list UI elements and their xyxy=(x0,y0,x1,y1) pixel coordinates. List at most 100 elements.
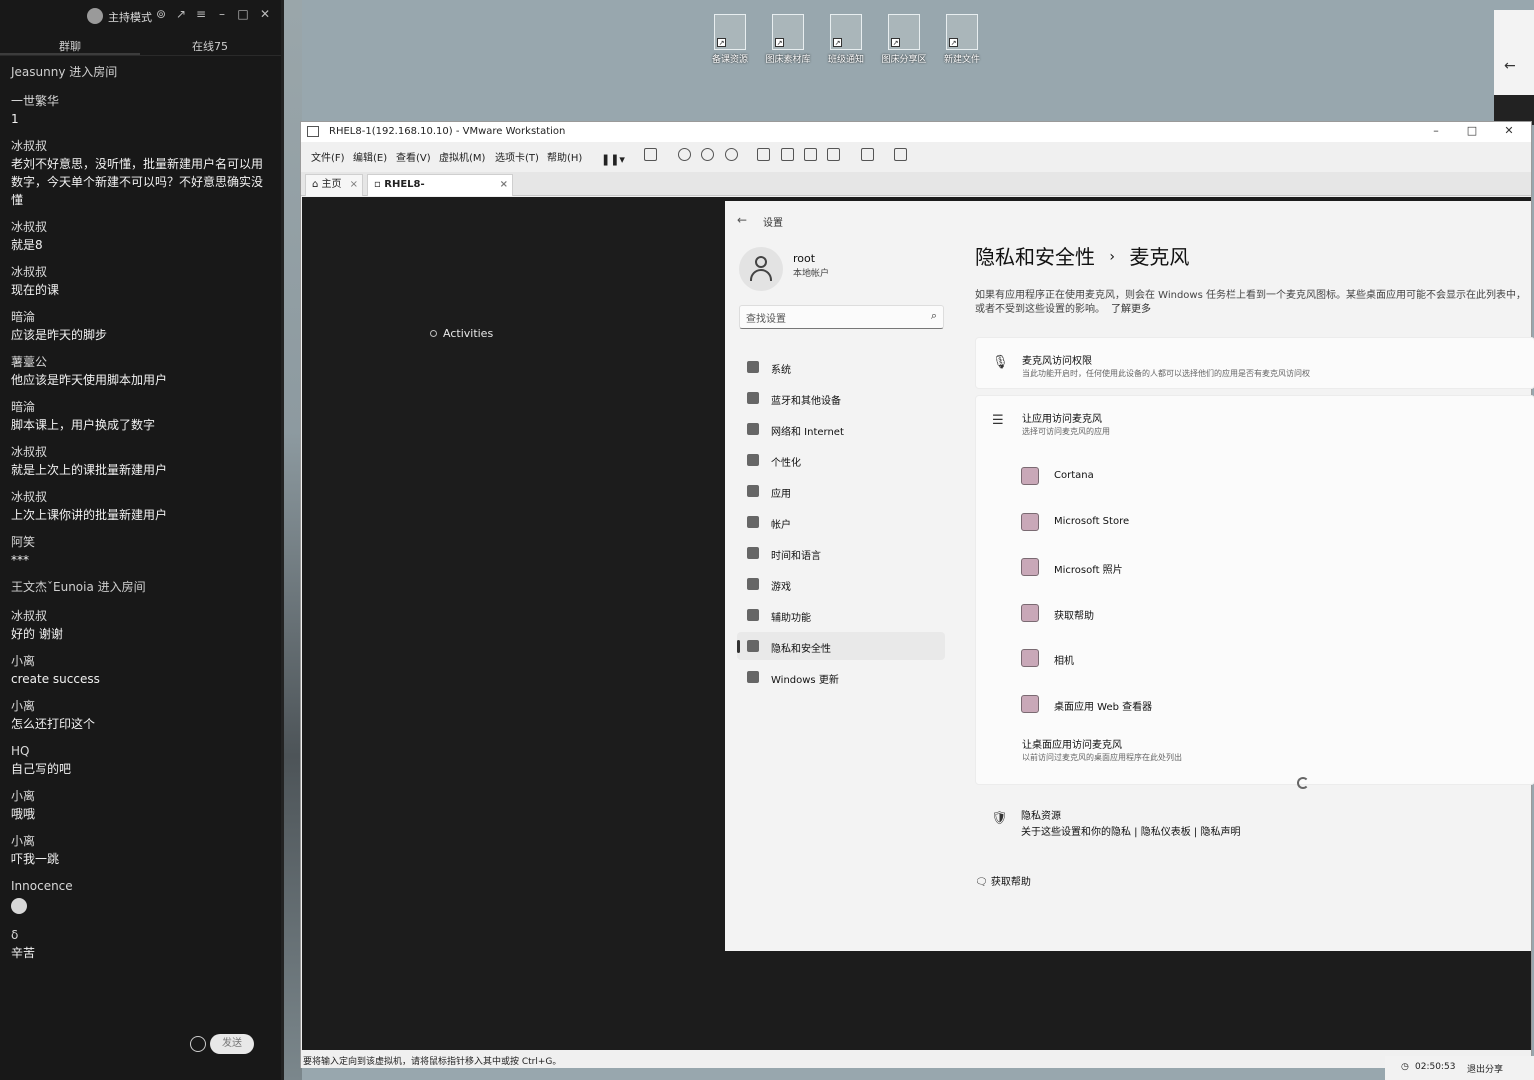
desktop-shortcut[interactable]: ↗ 图床素材库 xyxy=(758,14,818,65)
maximize-icon[interactable]: □ xyxy=(236,7,250,21)
snapshot-manager-icon[interactable] xyxy=(725,148,738,161)
get-help-link[interactable]: 🗨 获取帮助 xyxy=(975,873,1031,888)
nav-item[interactable]: 帐户 xyxy=(737,508,945,536)
revert-snapshot-icon[interactable] xyxy=(701,148,714,161)
privacy-resources: 🛡 隐私资源 关于这些设置和你的隐私 | 隐私仪表板 | 隐私声明 xyxy=(975,797,1534,847)
home-icon: ⌂ xyxy=(312,179,322,190)
nav-item[interactable]: 游戏 xyxy=(737,570,945,598)
message-author[interactable]: 冰叔叔 xyxy=(11,489,266,506)
message-author[interactable]: 小离 xyxy=(11,698,266,715)
menu-edit[interactable]: 编辑(E) xyxy=(353,149,387,164)
guest-screen[interactable]: Activities ← 设置 root 本地帐户 查找设置 ⌕ 系统 蓝牙和其他设… xyxy=(302,197,1534,1050)
message-author[interactable]: 暗淪 xyxy=(11,309,266,326)
app-row[interactable]: Cortana xyxy=(1021,455,1534,495)
console-icon[interactable] xyxy=(861,148,874,161)
stretch-icon[interactable] xyxy=(894,148,907,161)
send-keys-icon[interactable] xyxy=(644,148,657,161)
breadcrumb-parent[interactable]: 隐私和安全性 xyxy=(975,245,1095,269)
menu-vm[interactable]: 虚拟机(M) xyxy=(439,149,485,164)
nav-item[interactable]: 时间和语言 xyxy=(737,539,945,567)
share-tray: ◷ 02:50:53 退出分享 xyxy=(1385,1056,1534,1080)
message-author[interactable]: δ xyxy=(11,927,266,944)
message-author[interactable]: 阿笑 xyxy=(11,534,266,551)
desktop-shortcut[interactable]: ↗ 图床分享区 xyxy=(874,14,934,65)
tab-rhel[interactable]: ▫ RHEL8-1(192.168.10.10)× xyxy=(367,174,513,210)
avatar[interactable] xyxy=(739,247,783,291)
nav-item[interactable]: 系统 xyxy=(737,353,945,381)
search-placeholder: 查找设置 xyxy=(746,314,786,325)
app-row[interactable]: 桌面应用 Web 查看器 xyxy=(1021,683,1534,723)
close-icon[interactable]: ✕ xyxy=(258,7,272,21)
nav-label: 时间和语言 xyxy=(771,551,821,562)
app-row[interactable]: 获取帮助 xyxy=(1021,592,1534,632)
exit-share-button[interactable]: 退出分享 xyxy=(1467,1062,1503,1075)
chat-message: 冰叔叔 就是上次上的课批量新建用户 xyxy=(11,444,266,479)
snapshot-icon[interactable] xyxy=(678,148,691,161)
message-list: Jeasunny 进入房间 一世繁华 1 冰叔叔 老刘不好意思，没听懂，批量新建用户名可… xyxy=(11,64,266,972)
message-author[interactable]: 冰叔叔 xyxy=(11,608,266,625)
message-author[interactable]: 小离 xyxy=(11,833,266,850)
menu-tabs[interactable]: 选项卡(T) xyxy=(495,149,539,164)
message-author[interactable]: 冰叔叔 xyxy=(11,444,266,461)
message-author[interactable]: 小离 xyxy=(11,653,266,670)
app-row[interactable]: Microsoft Store xyxy=(1021,501,1534,541)
back-arrow-icon[interactable]: ← xyxy=(737,213,747,227)
desktop-shortcut[interactable]: ↗ 备课资源 xyxy=(700,14,760,65)
activities-button[interactable]: Activities xyxy=(430,327,493,340)
chat-message: 一世繁华 1 xyxy=(11,93,266,128)
pause-icon[interactable]: ❚❚▾ xyxy=(601,148,625,166)
message-author[interactable]: 一世繁华 xyxy=(11,93,266,110)
menu-icon[interactable]: ≡ xyxy=(194,7,208,21)
message-author[interactable]: HQ xyxy=(11,743,266,760)
message-author[interactable]: 薯薹公 xyxy=(11,354,266,371)
tab-close-icon[interactable]: × xyxy=(350,175,358,195)
nav-item[interactable]: 网络和 Internet xyxy=(737,415,945,443)
app-name: 相机 xyxy=(1054,656,1074,668)
search-input[interactable]: 查找设置 ⌕ xyxy=(739,305,944,329)
close-button[interactable]: ✕ xyxy=(1499,124,1519,137)
message-author[interactable]: 暗淪 xyxy=(11,399,266,416)
desktop-shortcut[interactable]: ↗ 班级通知 xyxy=(816,14,876,65)
back-arrow-icon[interactable]: ← xyxy=(1504,58,1516,74)
nav-item[interactable]: 应用 xyxy=(737,477,945,505)
emoji-icon[interactable] xyxy=(190,1036,206,1052)
popout-icon[interactable]: ↗ xyxy=(174,7,188,21)
sidebar-toggle-icon[interactable] xyxy=(757,148,770,161)
tabs-view-icon[interactable] xyxy=(781,148,794,161)
game-icon xyxy=(747,578,759,590)
tab-close-icon[interactable]: × xyxy=(500,175,508,195)
maximize-button[interactable]: □ xyxy=(1462,124,1482,137)
message-author[interactable]: 冰叔叔 xyxy=(11,138,266,155)
nav-item[interactable]: 辅助功能 xyxy=(737,601,945,629)
privacy-links[interactable]: 关于这些设置和你的隐私 | 隐私仪表板 | 隐私声明 xyxy=(1021,823,1240,838)
message-author[interactable]: 冰叔叔 xyxy=(11,219,266,236)
send-button[interactable]: 发送 xyxy=(210,1034,254,1054)
tab-group-chat[interactable]: 群聊 xyxy=(59,38,81,54)
nav-item[interactable]: Windows 更新 xyxy=(737,663,945,691)
message-text: 他应该是昨天使用脚本加用户 xyxy=(11,373,168,387)
mic-access-card[interactable]: 🎙 麦克风访问权限 当此功能开启时，任何使用此设备的人都可以选择他们的应用是否有… xyxy=(975,337,1534,389)
settings-icon[interactable]: ⊚ xyxy=(154,7,168,21)
shortcut-icon: ↗ xyxy=(772,14,804,50)
message-text: 应该是昨天的脚步 xyxy=(11,328,108,342)
message-author[interactable]: Innocence xyxy=(11,878,266,895)
menu-help[interactable]: 帮助(H) xyxy=(547,149,582,164)
tab-home[interactable]: ⌂ 主页 × xyxy=(305,174,363,196)
nav-item[interactable]: 个性化 xyxy=(737,446,945,474)
minimize-icon[interactable]: – xyxy=(215,7,229,21)
unity-icon[interactable] xyxy=(827,148,840,161)
tab-online[interactable]: 在线75 xyxy=(192,38,228,54)
full-screen-icon[interactable] xyxy=(804,148,817,161)
menu-view[interactable]: 查看(V) xyxy=(396,149,431,164)
nav-item[interactable]: 隐私和安全性 xyxy=(737,632,945,660)
message-author[interactable]: 小离 xyxy=(11,788,266,805)
app-row[interactable]: Microsoft 照片 xyxy=(1021,546,1534,586)
message-author[interactable]: 冰叔叔 xyxy=(11,264,266,281)
app-row[interactable]: 相机 xyxy=(1021,637,1534,677)
desktop-shortcut[interactable]: ↗ 新建文件 xyxy=(932,14,992,65)
learn-more-link[interactable]: 了解更多 xyxy=(1111,304,1151,315)
menu-file[interactable]: 文件(F) xyxy=(311,149,345,164)
microphone-icon: 🎙 xyxy=(992,355,1009,370)
nav-item[interactable]: 蓝牙和其他设备 xyxy=(737,384,945,412)
minimize-button[interactable]: – xyxy=(1426,124,1446,137)
